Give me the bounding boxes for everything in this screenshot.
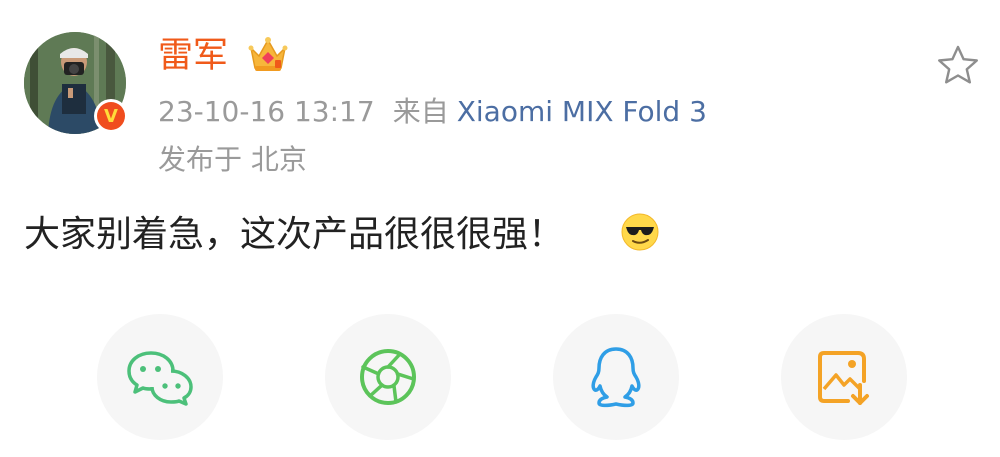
verified-badge: V — [94, 99, 128, 133]
share-wechat-button[interactable] — [97, 314, 223, 440]
qq-penguin-icon — [591, 347, 641, 408]
post-meta: 23-10-16 13:17 来自 Xiaomi MIX Fold 3 — [158, 94, 707, 130]
location: 发布于 北京 — [158, 143, 307, 176]
source-label: 来自 — [392, 95, 449, 128]
post-content: 大家别着急，这次产品很很很强！ — [24, 214, 565, 255]
crown-icon — [247, 34, 289, 78]
share-save-image-button[interactable] — [781, 314, 907, 440]
timestamp: 23-10-16 13:17 — [158, 95, 375, 128]
share-moments-button[interactable] — [325, 314, 451, 440]
star-icon[interactable] — [936, 44, 980, 90]
wechat-icon — [127, 351, 193, 406]
username[interactable]: 雷军 — [158, 34, 228, 78]
save-image-icon — [818, 351, 869, 405]
moments-aperture-icon — [360, 349, 416, 405]
device-link[interactable]: Xiaomi MIX Fold 3 — [457, 95, 707, 128]
share-qq-button[interactable] — [553, 314, 679, 440]
verified-v-icon: V — [97, 102, 125, 130]
sunglasses-emoji-icon — [620, 212, 660, 256]
